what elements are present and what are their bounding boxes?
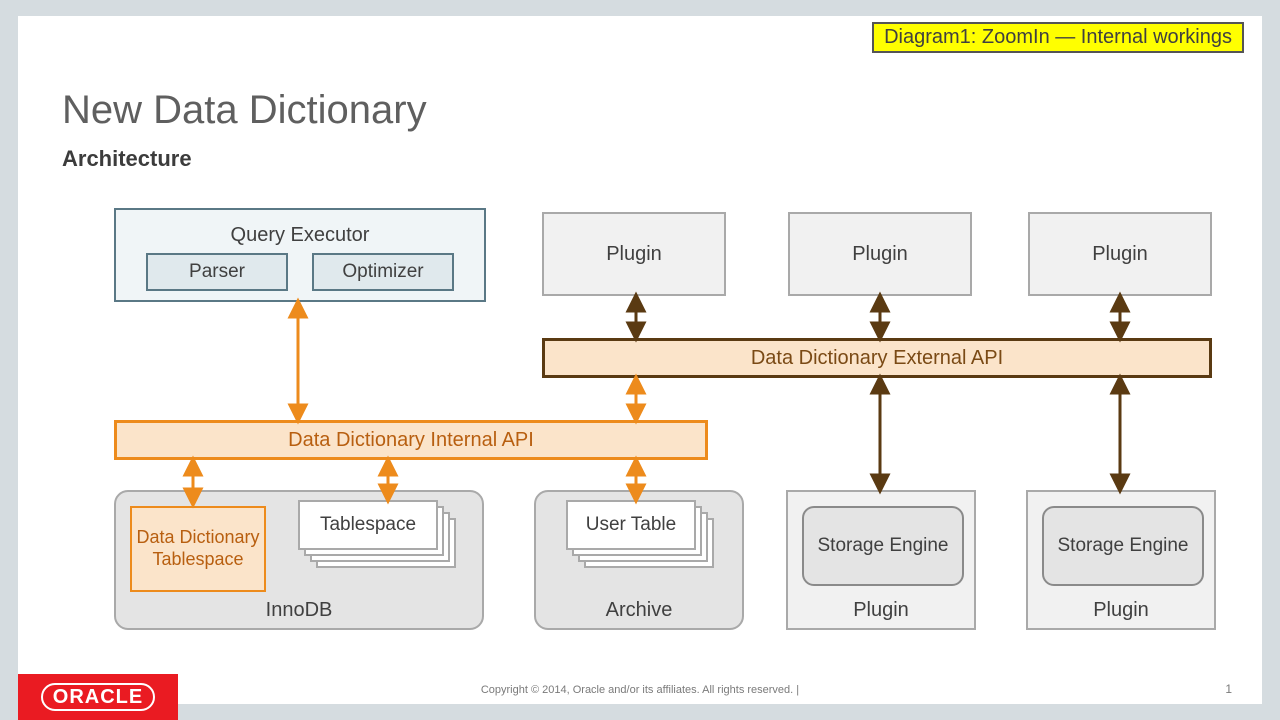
slide-title: New Data Dictionary xyxy=(62,88,427,133)
user-table-stack: User Table xyxy=(566,500,730,590)
plugin-top-1: Plugin xyxy=(542,212,726,296)
plugin-top-2: Plugin xyxy=(788,212,972,296)
storage-engine-2: Storage Engine xyxy=(1042,506,1204,586)
plugin-group-2: Storage Engine Plugin xyxy=(1026,490,1216,630)
tablespace-box: Tablespace xyxy=(298,500,438,550)
query-executor-label: Query Executor xyxy=(231,224,370,247)
diagram-badge: Diagram1: ZoomIn — Internal workings xyxy=(872,22,1244,53)
plugin-group-1-label: Plugin xyxy=(788,599,974,622)
archive-label: Archive xyxy=(536,599,742,622)
oracle-logo-text: ORACLE xyxy=(41,683,155,711)
storage-engine-1: Storage Engine xyxy=(802,506,964,586)
external-api-box: Data Dictionary External API xyxy=(542,338,1212,378)
user-table-box: User Table xyxy=(566,500,696,550)
tablespace-stack: Tablespace xyxy=(298,500,468,590)
dd-tablespace-box: Data Dictionary Tablespace xyxy=(130,506,266,592)
innodb-label: InnoDB xyxy=(116,599,482,622)
plugin-group-2-label: Plugin xyxy=(1028,599,1214,622)
slide-subtitle: Architecture xyxy=(62,146,192,172)
slide: Diagram1: ZoomIn — Internal workings New… xyxy=(18,16,1262,704)
internal-api-box: Data Dictionary Internal API xyxy=(114,420,708,460)
plugin-group-1: Storage Engine Plugin xyxy=(786,490,976,630)
query-executor-box: Query Executor Parser Optimizer xyxy=(114,208,486,302)
optimizer-box: Optimizer xyxy=(312,253,454,291)
parser-box: Parser xyxy=(146,253,288,291)
copyright: Copyright © 2014, Oracle and/or its affi… xyxy=(18,684,1262,696)
page-number: 1 xyxy=(1225,682,1232,696)
oracle-logo: ORACLE xyxy=(18,674,178,720)
plugin-top-3: Plugin xyxy=(1028,212,1212,296)
